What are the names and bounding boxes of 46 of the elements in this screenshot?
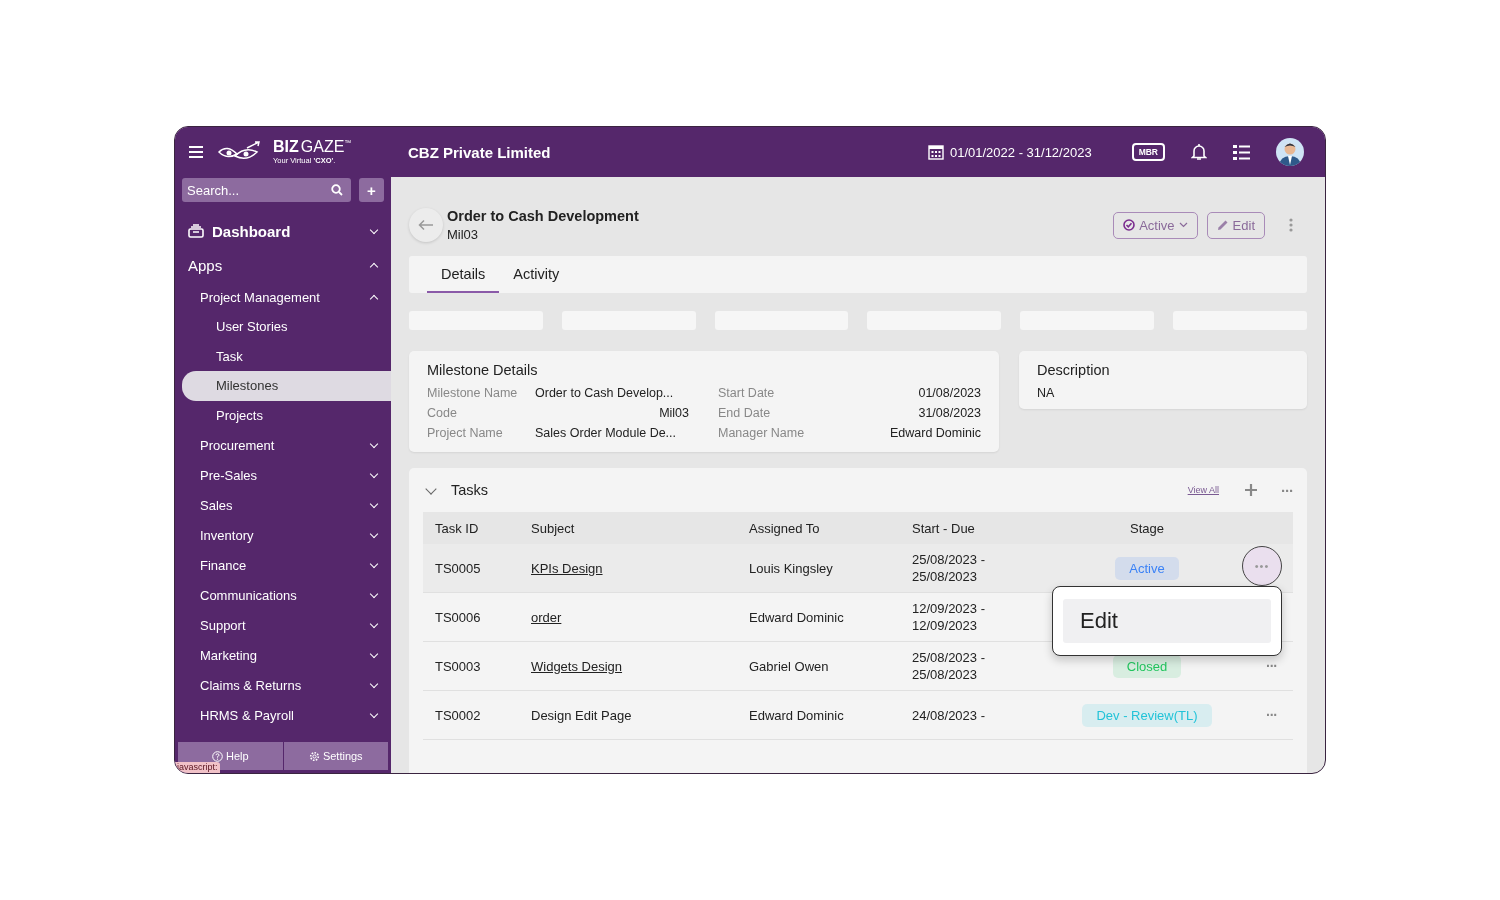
field-value: Edward Dominic [889, 426, 981, 440]
field-value: Order to Cash Develop... [535, 386, 675, 400]
due-date: 12/09/2023 [912, 618, 979, 633]
column-header: Assigned To [749, 520, 821, 536]
field-label: Project Name [427, 426, 504, 440]
column-header: Task ID [434, 520, 480, 536]
task-id: TS0005 [434, 560, 482, 576]
status-tooltip: javascript: [175, 762, 220, 773]
card-title: Milestone Details [427, 362, 539, 378]
company-name: CBZ Private Limited [408, 143, 552, 161]
stage-tag: Dev - Review(TL) [1082, 703, 1212, 727]
column-header: Subject [531, 520, 576, 536]
subject-text: Design Edit Page [531, 707, 632, 723]
field-value: Mil03 [658, 406, 689, 420]
record-code: Mil03 [447, 227, 480, 242]
stage-tag: Active [1115, 556, 1179, 580]
due-date: 25/08/2023 [912, 667, 979, 682]
description-text: NA [1037, 386, 1056, 400]
task-id: TS0002 [434, 707, 482, 723]
column-header: Start - Due [912, 520, 976, 536]
record-title: Order to Cash Development [447, 208, 640, 224]
field-label: Start Date [717, 386, 776, 400]
start-date: 24/08/2023 - [912, 707, 986, 723]
column-header: Stage [1129, 520, 1165, 536]
due-date: 25/08/2023 [912, 569, 979, 584]
stage-tag: Closed [1112, 654, 1182, 678]
task-id: TS0006 [434, 609, 482, 625]
assignee: Louis Kingsley [749, 560, 834, 576]
field-label: Code [427, 406, 458, 420]
assignee: Gabriel Owen [749, 658, 830, 674]
start-date: 25/08/2023 - [912, 650, 986, 665]
task-id: TS0003 [434, 658, 482, 674]
card-title: Description [1037, 362, 1111, 378]
panel-title: Tasks [451, 482, 490, 498]
start-date: 12/09/2023 - [912, 601, 986, 616]
brand-name: BIZ [273, 139, 299, 156]
field-value: Sales Order Module De... [535, 426, 678, 440]
assignee: Edward Dominic [749, 707, 845, 723]
field-value: 31/08/2023 [917, 406, 981, 420]
field-label: Manager Name [717, 426, 806, 440]
assignee: Edward Dominic [749, 609, 845, 625]
field-label: End Date [717, 406, 772, 420]
brand-name: GAZE [300, 139, 345, 156]
start-date: 25/08/2023 - [912, 552, 986, 567]
field-value: 01/08/2023 [917, 386, 981, 400]
field-label: Milestone Name [427, 386, 519, 400]
